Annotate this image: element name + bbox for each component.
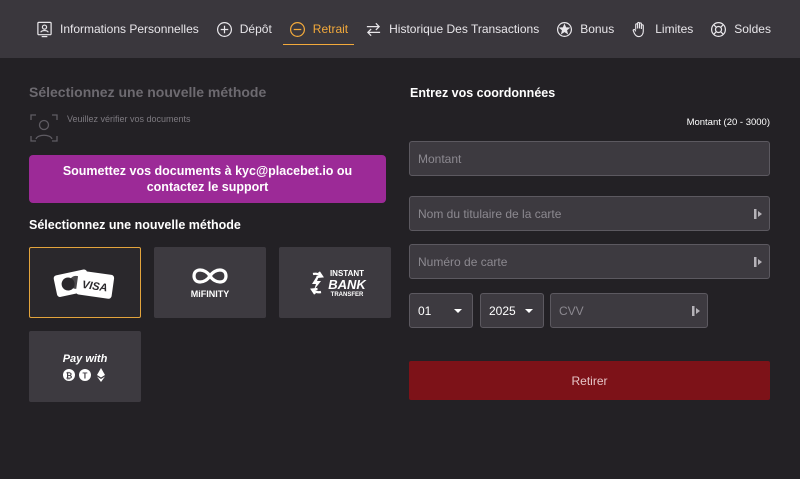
- tab-label: Informations Personnelles: [60, 22, 199, 36]
- verify-documents-text: Veuillez vérifier vos documents: [67, 114, 191, 124]
- tab-soldes[interactable]: Soldes: [710, 0, 771, 58]
- method-mifinity[interactable]: MiFINITY: [154, 247, 266, 318]
- cvv-field[interactable]: [550, 293, 708, 328]
- swap-arrows-icon: [365, 21, 382, 38]
- kyc-banner: Soumettez vos documents à kyc@placebet.i…: [29, 155, 386, 203]
- tab-label: Soldes: [734, 22, 771, 36]
- method-visa[interactable]: VISA: [29, 247, 141, 318]
- hand-icon: [631, 21, 648, 38]
- svg-text:₿: ₿: [66, 371, 73, 380]
- svg-text:Pay with: Pay with: [63, 353, 108, 365]
- autofill-icon: [692, 305, 700, 316]
- verify-documents-row: Veuillez vérifier vos documents: [29, 112, 191, 144]
- tab-label: Historique Des Transactions: [389, 22, 540, 36]
- amount-field[interactable]: [409, 141, 770, 176]
- expiry-year-value: 2025: [489, 303, 516, 318]
- face-scan-icon: [29, 112, 59, 144]
- lifebuoy-icon: [710, 21, 727, 38]
- amount-input[interactable]: [410, 142, 769, 175]
- instant-bank-transfer-logo-icon: INSTANT BANK TRANSFER: [310, 269, 367, 298]
- chevron-down-icon: [454, 308, 462, 313]
- svg-text:BANK: BANK: [328, 277, 367, 292]
- tab-label: Limites: [655, 22, 694, 36]
- tab-retrait[interactable]: Retrait: [282, 0, 355, 58]
- expiry-year-select[interactable]: 2025: [480, 293, 544, 328]
- tab-label: Retrait: [312, 22, 349, 36]
- tab-historique-des-transactions[interactable]: Historique Des Transactions: [365, 0, 539, 58]
- svg-text:T: T: [83, 371, 88, 380]
- expiry-month-value: 01: [418, 303, 432, 318]
- card-holder-field[interactable]: [409, 196, 770, 231]
- autofill-icon: [754, 256, 762, 267]
- method-instant-bank-transfer[interactable]: INSTANT BANK TRANSFER: [279, 247, 391, 318]
- tab-informations-personnelles[interactable]: Informations Personnelles: [36, 0, 199, 58]
- top-nav: Informations Personnelles Dépôt Retrait …: [0, 0, 800, 58]
- star-circle-icon: [556, 21, 573, 38]
- method-pay-with-crypto[interactable]: Pay with ₿ T: [29, 331, 141, 402]
- withdraw-button[interactable]: Retirer: [409, 361, 770, 400]
- id-card-icon: [36, 21, 53, 38]
- plus-circle-icon: [216, 21, 233, 38]
- tab-limites[interactable]: Limites: [631, 0, 693, 58]
- expiry-month-select[interactable]: 01: [409, 293, 473, 328]
- form-heading: Entrez vos coordonnées: [410, 86, 556, 100]
- amount-range-hint: Montant (20 - 3000): [686, 117, 770, 128]
- chevron-down-icon: [525, 308, 533, 313]
- autofill-icon: [754, 208, 762, 219]
- methods-heading: Sélectionnez une nouvelle méthode: [29, 218, 241, 232]
- card-holder-input[interactable]: [410, 197, 769, 230]
- visa-logo-icon: VISA: [53, 268, 115, 299]
- svg-text:MiFINITY: MiFINITY: [191, 289, 230, 299]
- cvv-input[interactable]: [551, 294, 707, 327]
- pay-with-crypto-logo-icon: Pay with ₿ T: [63, 353, 108, 382]
- section-heading-disabled: Sélectionnez une nouvelle méthode: [29, 84, 267, 100]
- tab-depot[interactable]: Dépôt: [216, 0, 272, 58]
- tab-label: Dépôt: [239, 22, 272, 36]
- mifinity-logo-icon: MiFINITY: [191, 267, 230, 299]
- minus-circle-icon: [289, 21, 306, 38]
- tab-bonus[interactable]: Bonus: [556, 0, 614, 58]
- svg-text:TRANSFER: TRANSFER: [331, 292, 364, 298]
- card-number-input[interactable]: [410, 245, 769, 278]
- card-number-field[interactable]: [409, 244, 770, 279]
- tab-label: Bonus: [580, 22, 615, 36]
